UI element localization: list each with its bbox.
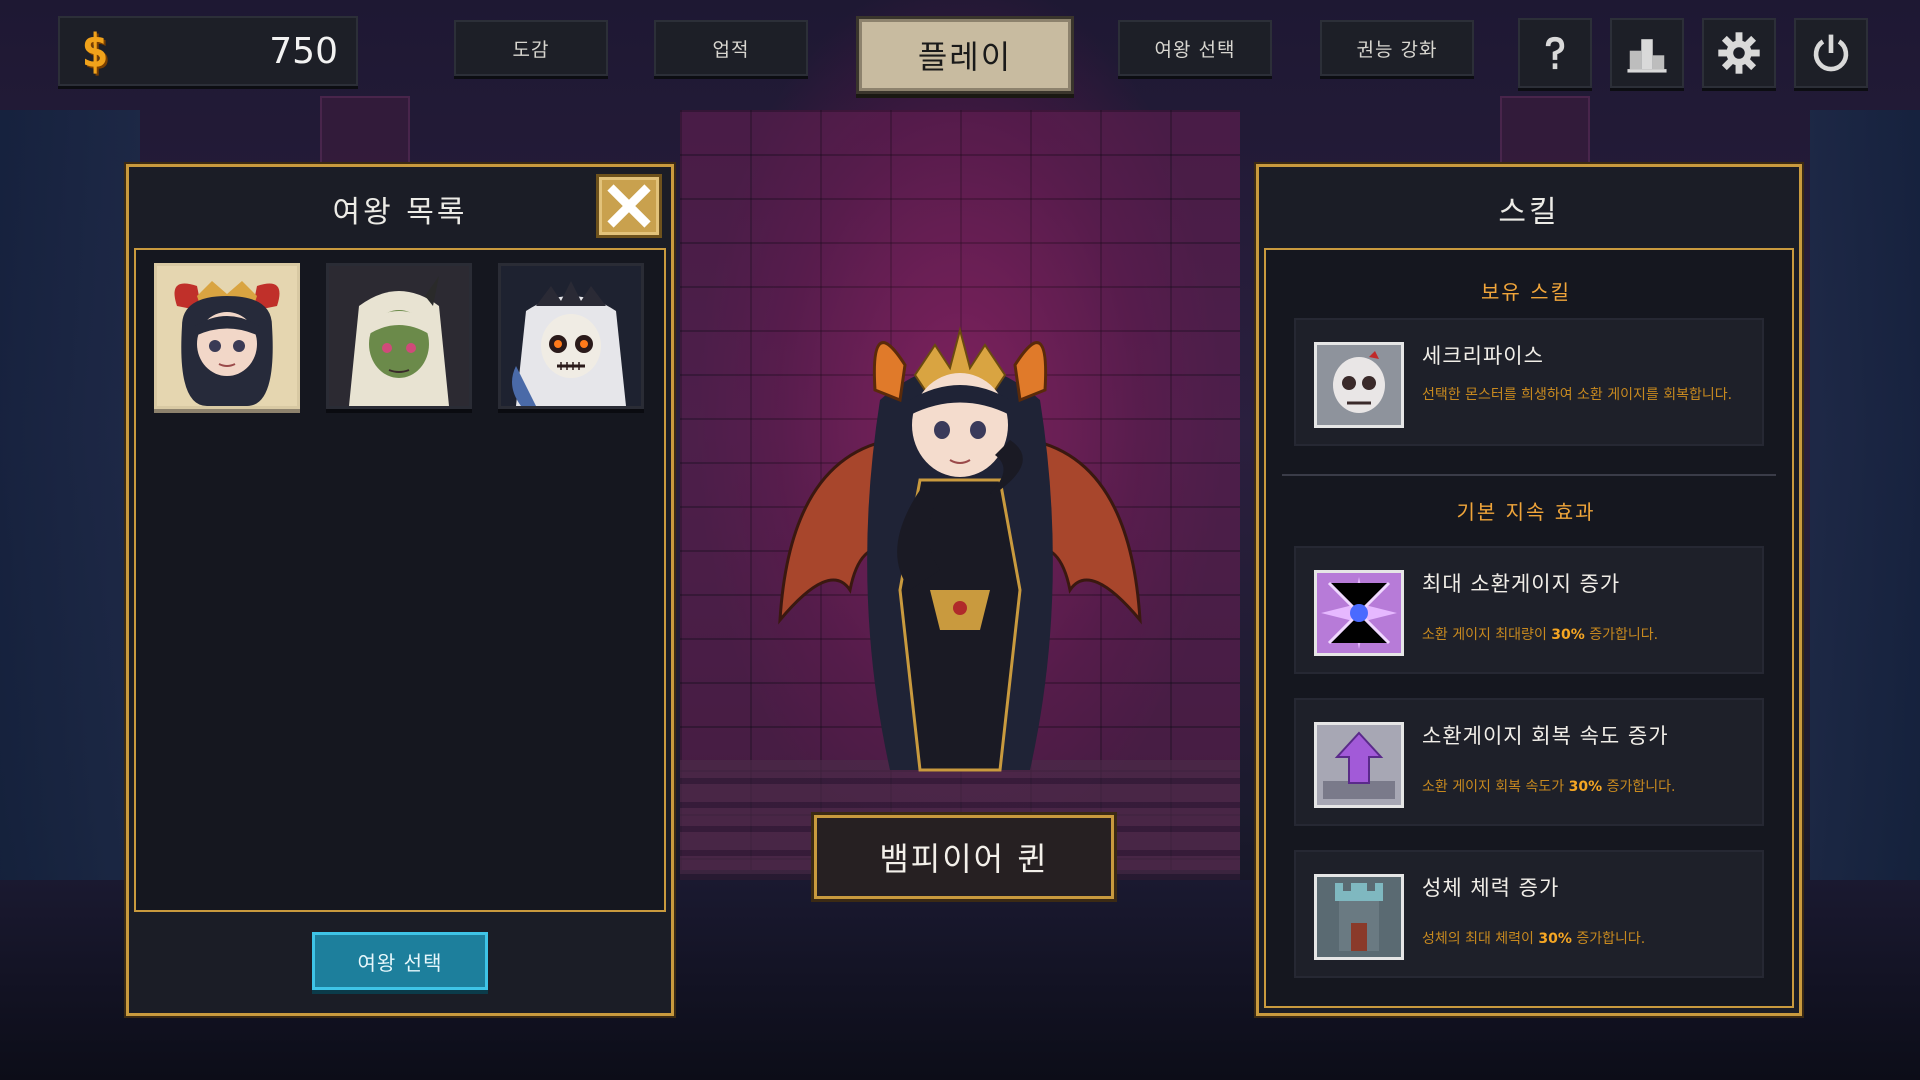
power-button[interactable] [1794,18,1868,88]
queen-select-nav-button[interactable]: 여왕 선택 [1118,20,1272,76]
currency-display: $ 750 [58,16,358,86]
podium-icon [1627,39,1667,73]
passive-name: 소환게이지 회복 속도 증가 [1422,724,1669,748]
close-icon [607,184,651,228]
passive-value: 30% [1568,779,1603,795]
achievements-button[interactable]: 업적 [654,20,808,76]
vampire-queen-character [770,290,1150,810]
collection-button[interactable]: 도감 [454,20,608,76]
ranking-button[interactable] [1610,18,1684,88]
passive-name: 최대 소환게이지 증가 [1422,572,1621,596]
power-icon [1813,34,1849,72]
skills-title: 스킬 [1498,195,1560,230]
skill-name: 세크리파이스 [1422,344,1544,368]
skill-description: 선택한 몬스터를 희생하여 소환 게이지를 회복합니다. [1422,387,1733,403]
background-left-wall [0,110,140,1010]
help-button[interactable] [1518,18,1592,88]
passive-card-max-gauge[interactable]: 최대 소환게이지 증가 소환 게이지 최대량이 30% 증가합니다. [1294,546,1764,674]
passive-card-castle-hp[interactable]: 성체 체력 증가 성체의 최대 체력이 30% 증가합니다. [1294,850,1764,978]
passive-name: 성체 체력 증가 [1422,876,1560,900]
passive-description: 소환 게이지 회복 속도가 30% 증가합니다. [1422,779,1676,795]
background-banner [320,96,410,166]
queen-list-title: 여왕 목록 [332,195,468,230]
play-button[interactable]: 플레이 [856,16,1074,94]
passive-effects-label: 기본 지속 효과 [1456,500,1596,524]
ability-upgrade-button[interactable]: 권능 강화 [1320,20,1474,76]
background-banner [1500,96,1590,166]
character-name-plate: 뱀피이어 퀸 [814,815,1114,899]
section-divider [1282,474,1776,476]
dollar-icon: $ [81,24,109,78]
owned-skills-label: 보유 스킬 [1481,280,1571,304]
passive-value: 30% [1551,627,1585,643]
castle-tower-icon [1314,874,1404,960]
upgrade-arrow-icon [1314,722,1404,808]
skull-icon [1314,342,1404,428]
orc-queen-portrait[interactable] [326,263,472,409]
gear-icon [1718,32,1760,74]
passive-description: 성체의 최대 체력이 30% 증가합니다. [1422,931,1646,947]
passive-description: 소환 게이지 최대량이 30% 증가합니다. [1422,627,1659,643]
skeleton-queen-portrait[interactable] [498,263,644,409]
passive-card-gauge-regen[interactable]: 소환게이지 회복 속도 증가 소환 게이지 회복 속도가 30% 증가합니다. [1294,698,1764,826]
currency-amount: 750 [269,30,338,72]
background-right-wall [1810,110,1920,1010]
demon-queen-portrait[interactable] [154,263,300,409]
passive-value: 30% [1538,931,1572,947]
close-button[interactable] [596,174,662,238]
question-icon [1545,36,1565,70]
skill-card-sacrifice[interactable]: 세크리파이스 선택한 몬스터를 희생하여 소환 게이지를 회복합니다. [1294,318,1764,446]
settings-button[interactable] [1702,18,1776,88]
queen-select-button[interactable]: 여왕 선택 [312,932,488,990]
crystal-burst-icon [1314,570,1404,656]
